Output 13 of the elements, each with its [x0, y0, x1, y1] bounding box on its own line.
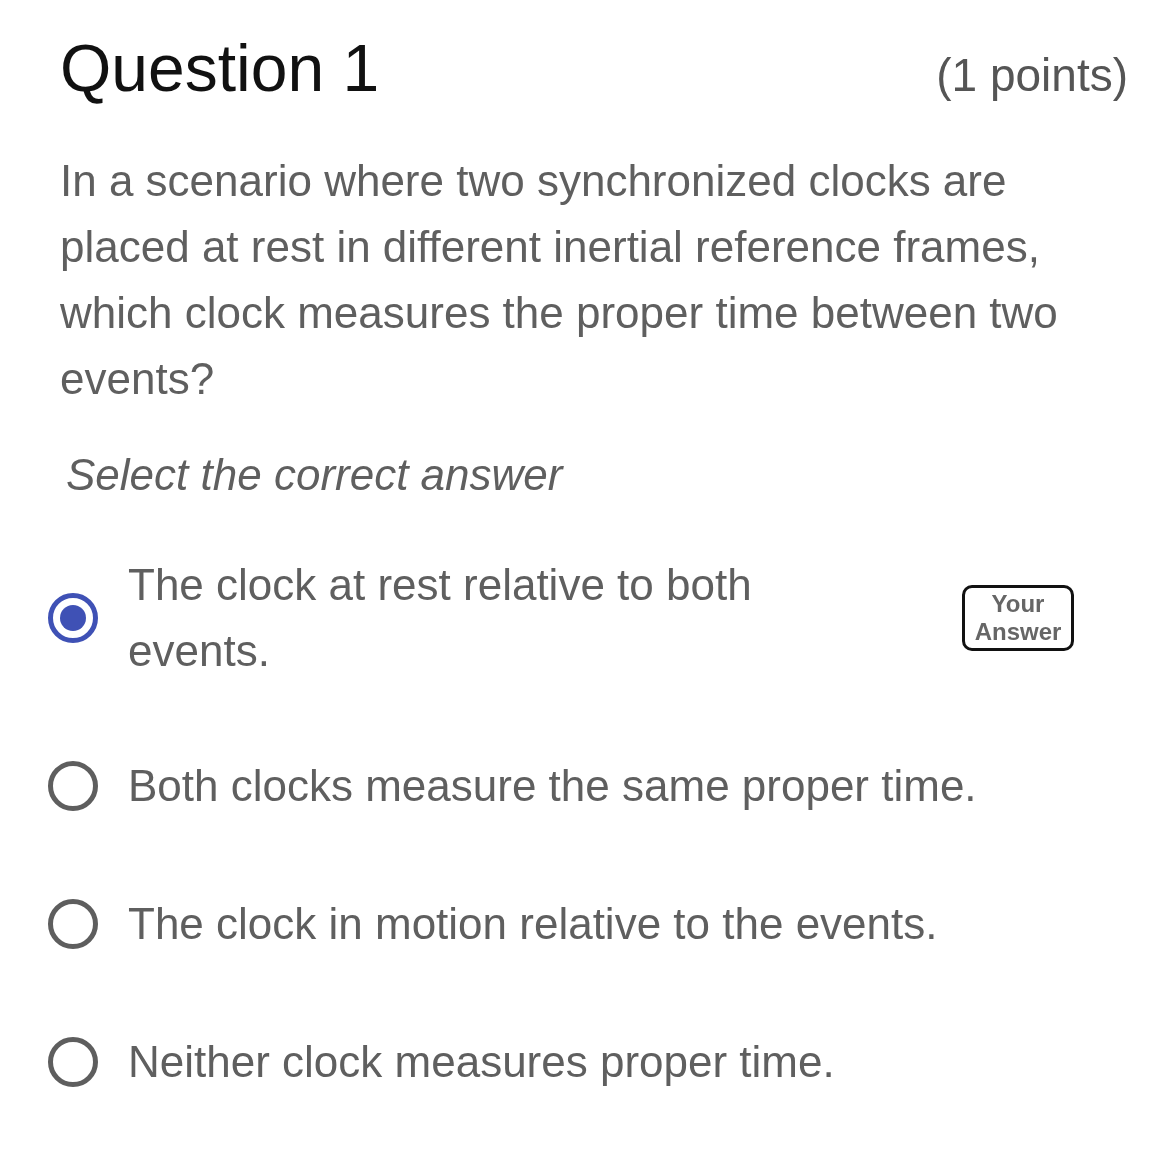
option-label[interactable]: Neither clock measures proper time. [128, 1029, 1126, 1095]
points-label: (1 points) [936, 48, 1128, 102]
question-title: Question 1 [60, 30, 380, 106]
your-answer-badge: Your Answer [962, 585, 1074, 651]
instruction-text: Select the correct answer [66, 450, 565, 500]
radio-button[interactable] [48, 761, 98, 811]
option-label[interactable]: The clock in motion relative to the events. [128, 891, 1126, 957]
option-label[interactable]: The clock at rest relative to both events. [128, 552, 848, 684]
option-label[interactable]: Both clocks measure the same proper time. [128, 753, 1126, 819]
radio-button[interactable] [48, 593, 98, 643]
question-text: In a scenario where two synchronized clocks are placed at rest in different inertial reference frames, which clock measures the proper time between two events? [60, 155, 1059, 405]
radio-button[interactable] [48, 899, 98, 949]
radio-button[interactable] [48, 1037, 98, 1087]
